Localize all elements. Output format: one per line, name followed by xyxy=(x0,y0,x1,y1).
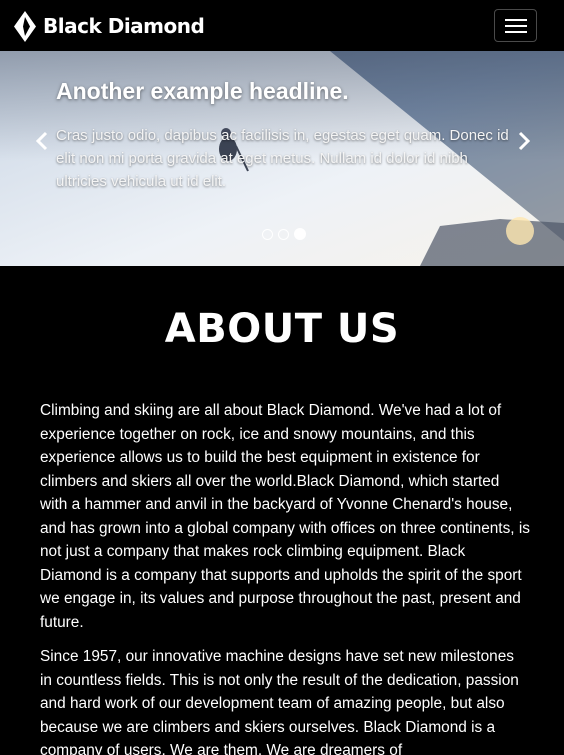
black-diamond-logo-icon xyxy=(13,10,37,43)
carousel-indicator-1[interactable] xyxy=(262,228,273,240)
carousel-caption-text: Cras justo odio, dapibus ac facilisis in… xyxy=(56,127,509,190)
brand-link[interactable]: Black Diamond xyxy=(13,9,205,43)
menu-toggle-button[interactable] xyxy=(494,9,537,42)
chevron-right-icon xyxy=(517,131,531,156)
hamburger-menu-icon xyxy=(504,18,527,34)
carousel-headline: Another example headline. xyxy=(56,78,349,104)
brand-name: Black Diamond xyxy=(43,14,205,38)
navbar: Black Diamond xyxy=(0,0,564,51)
chevron-left-icon xyxy=(35,131,49,156)
about-paragraph-1: Climbing and skiing are all about Black … xyxy=(40,402,530,631)
carousel-indicators xyxy=(262,228,306,240)
about-title: ABOUT US xyxy=(164,306,400,352)
hero-carousel: Another example headline. Cras justo odi… xyxy=(0,51,564,266)
carousel-indicator-2[interactable] xyxy=(278,228,289,240)
carousel-indicator-3[interactable] xyxy=(294,228,306,240)
about-paragraph-2: Since 1957, our innovative machine desig… xyxy=(40,648,519,755)
carousel-prev-button[interactable] xyxy=(30,131,54,155)
carousel-next-button[interactable] xyxy=(512,131,536,155)
